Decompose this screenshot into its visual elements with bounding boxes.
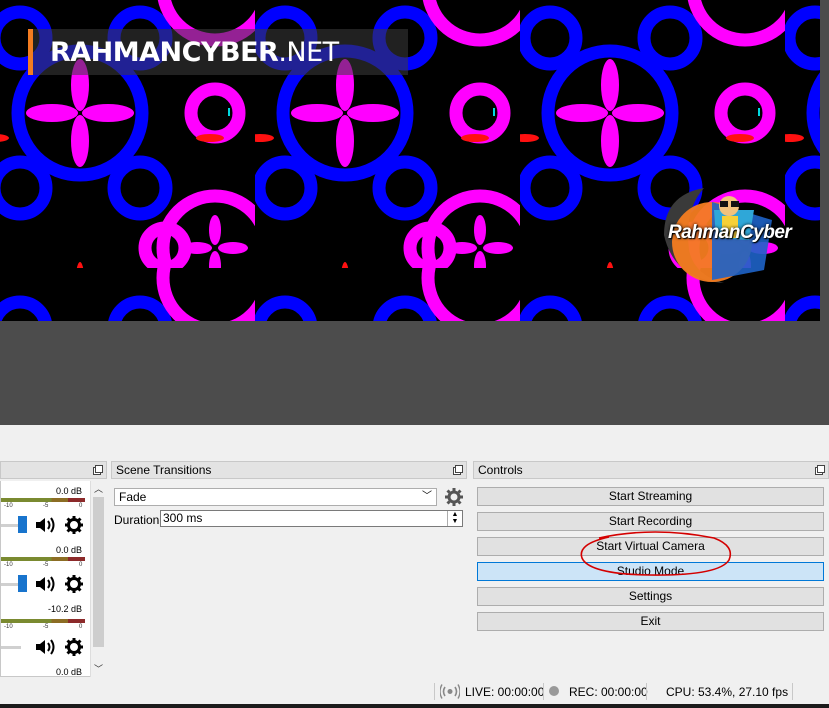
watermark-main: RAHMANCYBER: [50, 37, 279, 68]
channel-db-readout: 0.0 dB: [55, 667, 82, 677]
tick-label: 0: [79, 562, 83, 568]
spin-down-icon[interactable]: ▼: [448, 518, 462, 525]
duration-value: 300 ms: [163, 511, 203, 525]
status-separator: [434, 683, 435, 700]
volume-meter: [1, 557, 85, 561]
rec-timer: REC: 00:00:00: [569, 685, 648, 699]
float-dock-icon[interactable]: [93, 465, 103, 475]
cpu-fps-readout: CPU: 53.4%, 27.10 fps: [666, 685, 789, 699]
start-streaming-button[interactable]: Start Streaming: [477, 487, 824, 506]
tick-label: -10: [4, 503, 13, 509]
speaker-icon[interactable]: [34, 575, 56, 593]
exit-button[interactable]: Exit: [477, 612, 824, 631]
float-dock-icon[interactable]: [453, 465, 463, 475]
channel-db-readout: 0.0 dB: [55, 486, 82, 496]
tick-label: 0: [79, 503, 83, 509]
preview-canvas: RAHMANCYBER.NET RahmanCyber: [0, 0, 820, 321]
gear-icon[interactable]: [65, 638, 83, 656]
scroll-up-arrow[interactable]: ︿: [93, 484, 104, 494]
tick-label: -5: [43, 562, 49, 568]
duration-spin-buttons[interactable]: ▲ ▼: [447, 511, 462, 526]
volume-meter: [1, 619, 85, 623]
status-separator: [792, 683, 793, 700]
status-separator: [646, 683, 647, 700]
gear-icon[interactable]: [65, 575, 83, 593]
watermark-text: RAHMANCYBER.NET: [50, 37, 339, 68]
transition-selected-value: Fade: [119, 490, 147, 504]
transitions-dock-title: Scene Transitions: [111, 461, 467, 479]
studio-mode-button[interactable]: Studio Mode: [477, 562, 824, 581]
gear-icon[interactable]: [445, 488, 463, 506]
scroll-down-arrow[interactable]: ﹀: [93, 664, 104, 674]
tick-label: -10: [4, 624, 13, 630]
speaker-icon[interactable]: [34, 638, 56, 656]
watermark-accent-bar: [28, 29, 33, 75]
channel-db-readout: 0.0 dB: [55, 545, 82, 555]
duration-label: Duration: [114, 513, 160, 527]
speaker-icon[interactable]: [34, 516, 56, 534]
channel-db-readout: -10.2 dB: [47, 604, 82, 614]
meter-ticks: -10 -5 0: [1, 562, 85, 570]
spin-up-icon[interactable]: ▲: [448, 511, 462, 518]
scene-transitions-dock: Scene Transitions Fade ﹀ Duration 300 ms…: [111, 461, 467, 679]
gear-icon[interactable]: [65, 516, 83, 534]
watermark-banner: RAHMANCYBER.NET: [28, 29, 408, 75]
preview-area: RAHMANCYBER.NET RahmanCyber: [0, 0, 829, 425]
meter-ticks: -10 -5 0: [1, 624, 85, 632]
dock-title-text: Scene Transitions: [116, 463, 212, 477]
tick-label: -5: [43, 624, 49, 630]
dock-title-text: Controls: [478, 463, 523, 477]
status-separator: [543, 683, 544, 700]
status-bar: LIVE: 00:00:00 REC: 00:00:00 CPU: 53.4%,…: [0, 679, 829, 704]
mixer-dock-title: [0, 461, 107, 479]
meter-ticks: -10 -5 0: [1, 503, 85, 511]
broadcast-icon: [440, 684, 460, 699]
logo-text: RahmanCyber: [668, 222, 792, 243]
controls-dock: Controls Start Streaming Start Recording…: [473, 461, 829, 679]
start-virtual-camera-button[interactable]: Start Virtual Camera: [477, 537, 824, 556]
watermark-suffix: .NET: [278, 37, 339, 68]
tick-label: 0: [79, 624, 83, 630]
scrollbar-thumb[interactable]: [93, 497, 104, 647]
settings-button[interactable]: Settings: [477, 587, 824, 606]
live-timer: LIVE: 00:00:00: [465, 685, 545, 699]
start-recording-button[interactable]: Start Recording: [477, 512, 824, 531]
volume-meter: [1, 498, 85, 502]
tick-label: -5: [43, 503, 49, 509]
volume-slider-handle[interactable]: [18, 516, 27, 533]
float-dock-icon[interactable]: [815, 465, 825, 475]
tick-label: -10: [4, 562, 13, 568]
taskbar-edge: [0, 704, 829, 708]
duration-spinbox[interactable]: 300 ms ▲ ▼: [160, 510, 463, 527]
transition-select[interactable]: Fade ﹀: [114, 488, 437, 506]
volume-slider-handle[interactable]: [18, 575, 27, 592]
audio-mixer-dock: 0.0 dB -10 -5 0 0.0 dB -10 -5 0 -10.2 dB…: [0, 461, 107, 679]
record-indicator-icon: [549, 686, 559, 696]
mixer-scrollbar[interactable]: ︿ ﹀: [90, 481, 106, 677]
volume-slider-track[interactable]: [1, 646, 21, 649]
controls-dock-title: Controls: [473, 461, 829, 479]
chevron-down-icon: ﹀: [422, 491, 432, 502]
